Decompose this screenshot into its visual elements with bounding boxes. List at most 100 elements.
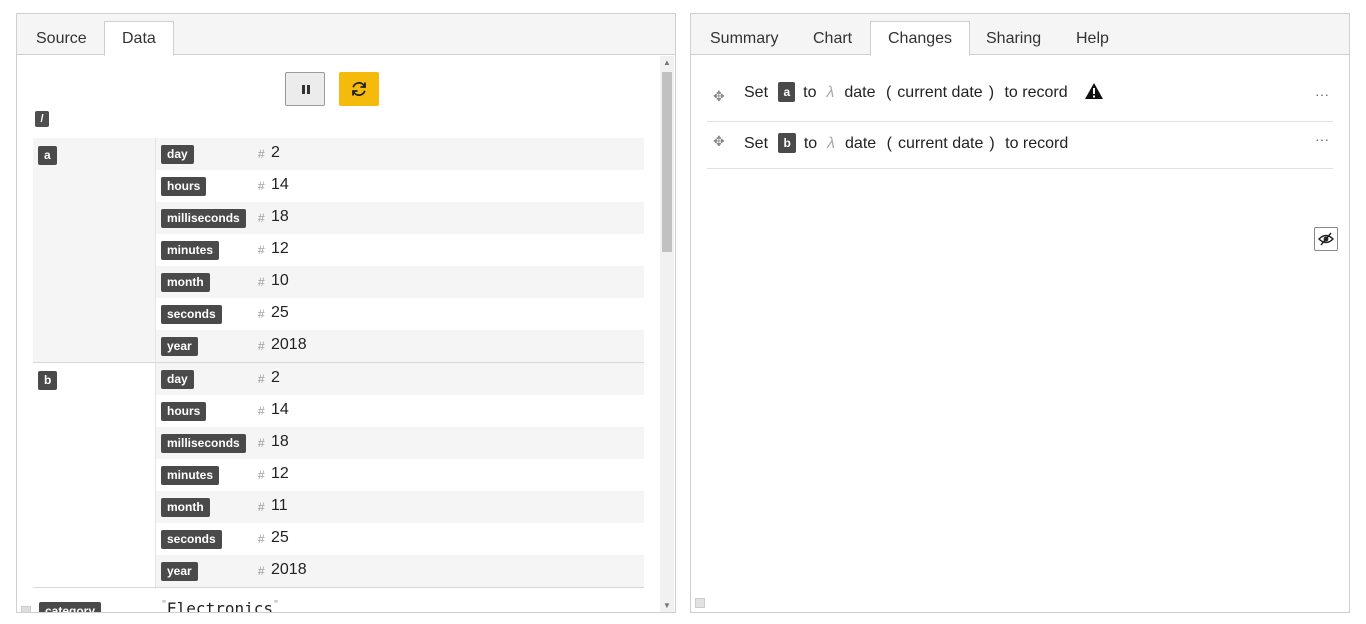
number-type-icon: #: [258, 404, 265, 418]
field-value[interactable]: 2: [271, 369, 280, 387]
tab-chart[interactable]: Chart: [795, 21, 870, 56]
tab-sharing[interactable]: Sharing: [968, 21, 1059, 56]
eye-hidden-icon: [1318, 232, 1334, 246]
field-value[interactable]: 14: [271, 401, 289, 419]
left-tabbar: Source Data: [17, 14, 675, 56]
field-value[interactable]: 2: [271, 144, 280, 162]
pause-icon: [302, 85, 305, 94]
field-value[interactable]: 12: [271, 240, 289, 258]
tab-changes[interactable]: Changes: [870, 21, 971, 56]
field-row: minutes #12: [156, 459, 644, 491]
number-type-icon: #: [258, 275, 265, 289]
field-row: seconds #25: [156, 523, 644, 555]
record-group-a: a day #2 hours #14 milliseconds #18 minutes…: [33, 138, 644, 363]
change-to: to: [803, 135, 818, 152]
field-name[interactable]: year: [161, 337, 198, 356]
field-row: milliseconds #18: [156, 202, 644, 234]
field-value[interactable]: 11: [271, 497, 288, 515]
tab-data[interactable]: Data: [104, 21, 174, 56]
more-options-icon[interactable]: ···: [1315, 131, 1329, 147]
field-value[interactable]: 14: [271, 176, 289, 194]
function-name: date: [844, 84, 876, 101]
row-handle-icon[interactable]: [21, 606, 31, 612]
change-target: to record: [1005, 135, 1069, 152]
changes-panel: Summary Chart Changes Sharing Help ✥ Set…: [690, 13, 1350, 613]
number-type-icon: #: [258, 147, 265, 161]
variable-badge[interactable]: a: [778, 82, 796, 102]
data-view: / a day #2 hours #14 milliseconds #18 minut…: [17, 56, 675, 612]
variable-badge[interactable]: b: [778, 133, 796, 153]
field-row: year #2018: [156, 330, 644, 362]
lambda-icon: λ: [827, 135, 836, 152]
field-value[interactable]: 12: [271, 465, 289, 483]
drag-handle-icon[interactable]: ✥: [713, 88, 725, 105]
group-key-cell: a: [33, 138, 155, 363]
number-type-icon: #: [258, 372, 265, 386]
field-name[interactable]: seconds: [161, 305, 222, 324]
quote-icon: ": [273, 599, 280, 610]
field-value[interactable]: 25: [271, 529, 289, 547]
field-name[interactable]: hours: [161, 177, 207, 196]
field-value[interactable]: "Electronics": [161, 599, 279, 612]
change-verb: Set: [744, 135, 769, 152]
tab-help[interactable]: Help: [1058, 21, 1127, 56]
data-panel: Source Data / a day #2 hours #14 milliseco…: [16, 13, 676, 613]
change-verb: Set: [744, 84, 769, 101]
field-value[interactable]: 2018: [271, 336, 307, 354]
pause-button[interactable]: [285, 72, 325, 106]
refresh-icon: [352, 81, 366, 97]
scroll-down-icon[interactable]: ▼: [663, 601, 671, 610]
number-type-icon: #: [258, 179, 265, 193]
group-key-badge[interactable]: b: [38, 371, 58, 390]
change-item: ✥ Set b to λ date (current date) to record …: [707, 122, 1333, 172]
change-expression[interactable]: Set b to λ date (current date) to record: [744, 133, 1074, 153]
group-key-badge[interactable]: a: [38, 146, 57, 165]
function-arg: current date: [897, 84, 983, 101]
field-name[interactable]: day: [161, 145, 194, 164]
scrollbar-thumb[interactable]: [662, 72, 672, 252]
number-type-icon: #: [258, 307, 265, 321]
field-name[interactable]: hours: [161, 402, 207, 421]
record-group-b: b day #2 hours #14 milliseconds #18 minutes…: [33, 363, 644, 588]
row-separator: [707, 168, 1333, 169]
field-name[interactable]: day: [161, 370, 194, 389]
category-value: Electronics: [167, 599, 273, 612]
refresh-button[interactable]: [339, 72, 379, 106]
root-path-badge[interactable]: /: [35, 111, 49, 127]
change-expression[interactable]: Set a to λ date (current date) to record: [744, 82, 1104, 102]
more-options-icon[interactable]: ···: [1315, 86, 1329, 102]
group-divider: [33, 587, 644, 588]
number-type-icon: #: [258, 243, 265, 257]
tab-source[interactable]: Source: [18, 21, 105, 56]
field-value[interactable]: 18: [271, 208, 289, 226]
field-row: hours #14: [156, 170, 644, 202]
field-name[interactable]: minutes: [161, 466, 220, 485]
field-value[interactable]: 25: [271, 304, 289, 322]
tab-summary[interactable]: Summary: [692, 21, 796, 56]
field-value[interactable]: 18: [271, 433, 289, 451]
field-name[interactable]: month: [161, 273, 210, 292]
field-name[interactable]: month: [161, 498, 210, 517]
field-row: milliseconds #18: [156, 427, 644, 459]
changes-list: ✥ Set a to λ date (current date) to record …: [691, 56, 1349, 612]
drag-handle-icon[interactable]: ✥: [713, 133, 725, 150]
number-type-icon: #: [258, 211, 265, 225]
field-name[interactable]: seconds: [161, 530, 222, 549]
warning-icon[interactable]: [1084, 82, 1104, 100]
field-value[interactable]: 10: [271, 272, 289, 290]
vertical-scrollbar[interactable]: ▲ ▼: [660, 56, 674, 612]
field-value[interactable]: 2018: [271, 561, 307, 579]
number-type-icon: #: [258, 564, 265, 578]
lambda-icon: λ: [826, 84, 835, 101]
change-item: ✥ Set a to λ date (current date) to record …: [707, 72, 1333, 122]
scroll-up-icon[interactable]: ▲: [663, 58, 671, 67]
field-name[interactable]: year: [161, 562, 198, 581]
field-name[interactable]: milliseconds: [161, 209, 246, 228]
field-name[interactable]: milliseconds: [161, 434, 246, 453]
field-name[interactable]: category: [39, 602, 102, 612]
field-row: month #11: [156, 491, 644, 523]
paren-open: (: [886, 135, 892, 152]
toggle-visibility-button[interactable]: [1314, 227, 1338, 251]
field-name[interactable]: minutes: [161, 241, 220, 260]
field-row: day #2: [156, 138, 644, 170]
